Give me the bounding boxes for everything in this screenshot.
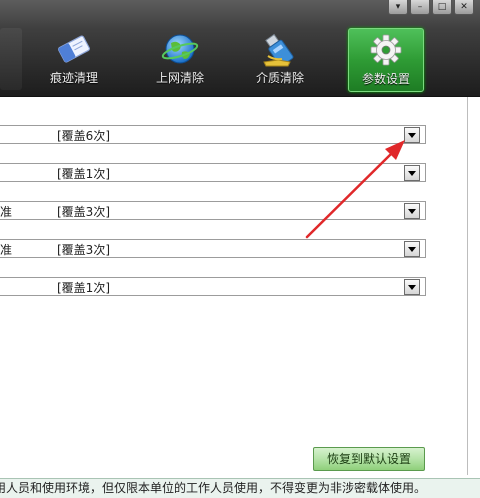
select-value: [覆盖1次]	[57, 281, 110, 295]
dropdown-arrow-icon[interactable]	[404, 127, 420, 143]
eraser-icon	[57, 35, 91, 63]
dropdown-arrow-icon[interactable]	[404, 279, 420, 295]
panel-divider	[467, 97, 468, 475]
tab-label: 上网清除	[155, 71, 204, 85]
dropdown-arrow-icon[interactable]	[404, 241, 420, 257]
select-value: [覆盖3次]	[57, 243, 110, 257]
gear-icon	[370, 34, 402, 66]
tab-trace-cleanup[interactable]: 痕迹清理	[37, 28, 111, 90]
close-icon[interactable]: ✕	[454, 0, 474, 15]
setting-row: [覆盖1次]	[0, 162, 428, 182]
tab-partial-left[interactable]	[0, 28, 22, 90]
setting-row: [覆盖1次]	[0, 276, 428, 296]
tab-media-cleanup[interactable]: 介质清除	[243, 28, 317, 90]
tab-internet-cleanup[interactable]: 上网清除	[143, 28, 217, 90]
setting-row: 准 [覆盖3次]	[0, 238, 428, 258]
tab-label: 参数设置	[361, 72, 410, 86]
status-footer: 用人员和使用环境，但仅限本单位的工作人员使用，不得变更为非涉密载体使用。	[0, 478, 480, 498]
minimize-icon[interactable]: –	[410, 0, 430, 15]
setting-row: [覆盖6次]	[0, 124, 428, 144]
tab-label: 痕迹清理	[49, 71, 98, 85]
tab-label: 介质清除	[255, 71, 304, 85]
globe-icon	[161, 34, 199, 64]
select-value: [覆盖3次]	[57, 205, 110, 219]
row-label: 准	[0, 243, 13, 257]
window-controls: ▾ – □ ✕	[388, 0, 474, 15]
select-value: [覆盖1次]	[57, 167, 110, 181]
usb-drive-icon	[263, 33, 294, 67]
select-value: [覆盖6次]	[57, 129, 110, 143]
footer-text: 用人员和使用环境，但仅限本单位的工作人员使用，不得变更为非涉密载体使用。	[0, 481, 427, 495]
menu-dropdown-icon[interactable]: ▾	[388, 0, 408, 15]
dropdown-arrow-icon[interactable]	[404, 203, 420, 219]
row-label: 准	[0, 205, 13, 219]
top-toolbar: ▾ – □ ✕ 痕迹清理 上网清除 介质清除 参数设置	[0, 0, 480, 97]
dropdown-arrow-icon[interactable]	[404, 165, 420, 181]
tab-parameter-settings[interactable]: 参数设置	[348, 28, 424, 92]
setting-row: 准 [覆盖3次]	[0, 200, 428, 220]
maximize-icon[interactable]: □	[432, 0, 452, 15]
settings-panel: [覆盖6次] [覆盖1次] 准 [覆盖3次] 准 [覆盖3次] [覆盖1次]	[0, 97, 480, 477]
restore-defaults-button[interactable]: 恢复到默认设置	[313, 447, 425, 471]
